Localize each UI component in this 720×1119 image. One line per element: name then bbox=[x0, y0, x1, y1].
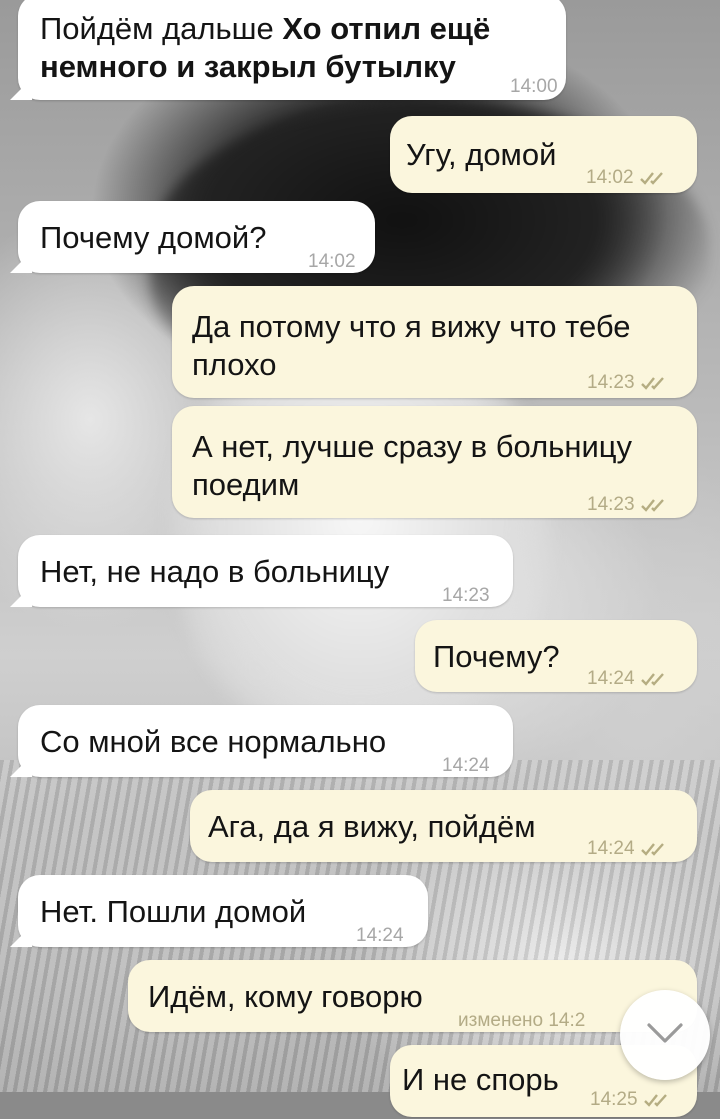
double-check-icon bbox=[640, 841, 669, 857]
message-time: 14:24 bbox=[587, 838, 635, 859]
message-time: 14:23 bbox=[587, 372, 635, 393]
message-meta: 14:23 bbox=[587, 486, 669, 524]
message-text: Нет, не надо в больницу bbox=[40, 554, 390, 589]
message-bubble-outgoing[interactable]: Почему? 14:24 bbox=[415, 620, 697, 692]
message-time: 14:02 bbox=[586, 167, 634, 188]
chevron-down-icon bbox=[645, 1021, 685, 1050]
message-time: 14:23 bbox=[587, 494, 635, 515]
message-meta: 14:23 bbox=[587, 364, 669, 402]
message-edited-time: изменено 14:2 bbox=[458, 1010, 586, 1031]
message-text: Идём, кому говорю bbox=[148, 979, 423, 1014]
double-check-icon bbox=[643, 1092, 672, 1108]
message-text: Почему? bbox=[433, 639, 560, 674]
message-bubble-outgoing[interactable]: Идём, кому говорю изменено 14:2 bbox=[128, 960, 697, 1032]
message-bubble-incoming[interactable]: Со мной все нормально 14:24 bbox=[10, 705, 513, 777]
message-time: 14:24 bbox=[356, 925, 404, 946]
message-meta: изменено 14:2 bbox=[458, 1002, 585, 1032]
double-check-icon bbox=[640, 497, 669, 513]
message-bubble-incoming[interactable]: Нет, не надо в больницу 14:23 bbox=[10, 535, 513, 607]
message-meta: 14:24 bbox=[442, 747, 490, 785]
message-time: 14:00 bbox=[510, 68, 558, 106]
message-bubble-incoming[interactable]: Почему домой? 14:02 bbox=[10, 201, 375, 273]
double-check-icon bbox=[640, 375, 669, 391]
message-bubble-outgoing[interactable]: Ага, да я вижу, пойдём 14:24 bbox=[190, 790, 697, 862]
message-meta: 14:02 bbox=[308, 243, 356, 281]
message-bubble-outgoing[interactable]: Угу, домой 14:02 bbox=[390, 116, 697, 193]
message-time: 14:24 bbox=[442, 755, 490, 776]
message-time: 14:25 bbox=[590, 1089, 638, 1110]
message-text: Со мной все нормально bbox=[40, 724, 387, 759]
message-time: 14:23 bbox=[442, 585, 490, 606]
message-text: Пойдём дальше Хо отпил ещё немного и зак… bbox=[40, 10, 510, 86]
message-text: Ага, да я вижу, пойдём bbox=[208, 809, 536, 844]
double-check-icon bbox=[639, 170, 668, 186]
message-time: 14:02 bbox=[308, 251, 356, 272]
message-meta: 14:25 bbox=[590, 1081, 672, 1119]
message-bubble-incoming[interactable]: Нет. Пошли домой 14:24 bbox=[10, 875, 428, 947]
message-meta: 14:24 bbox=[587, 830, 669, 868]
double-check-icon bbox=[640, 671, 669, 687]
message-bubble-outgoing[interactable]: А нет, лучше сразу в больницу поедим 14:… bbox=[172, 406, 697, 518]
message-meta: 14:24 bbox=[587, 660, 669, 698]
message-text: Нет. Пошли домой bbox=[40, 894, 307, 929]
message-text-plain: Пойдём дальше bbox=[40, 11, 283, 46]
message-meta: 14:24 bbox=[356, 917, 404, 955]
message-meta: 14:23 bbox=[442, 577, 490, 615]
message-time-label: 14:00 bbox=[510, 76, 558, 97]
message-text: Угу, домой bbox=[406, 137, 557, 172]
message-time: 14:24 bbox=[587, 668, 635, 689]
message-text: И не спорь bbox=[402, 1062, 559, 1097]
message-bubble-incoming[interactable]: Пойдём дальше Хо отпил ещё немного и зак… bbox=[10, 0, 566, 100]
message-text: Почему домой? bbox=[40, 220, 267, 255]
message-meta: 14:02 bbox=[586, 159, 668, 197]
scroll-to-bottom-button[interactable] bbox=[620, 990, 710, 1080]
message-bubble-outgoing[interactable]: Да потому что я вижу что тебе плохо 14:2… bbox=[172, 286, 697, 398]
